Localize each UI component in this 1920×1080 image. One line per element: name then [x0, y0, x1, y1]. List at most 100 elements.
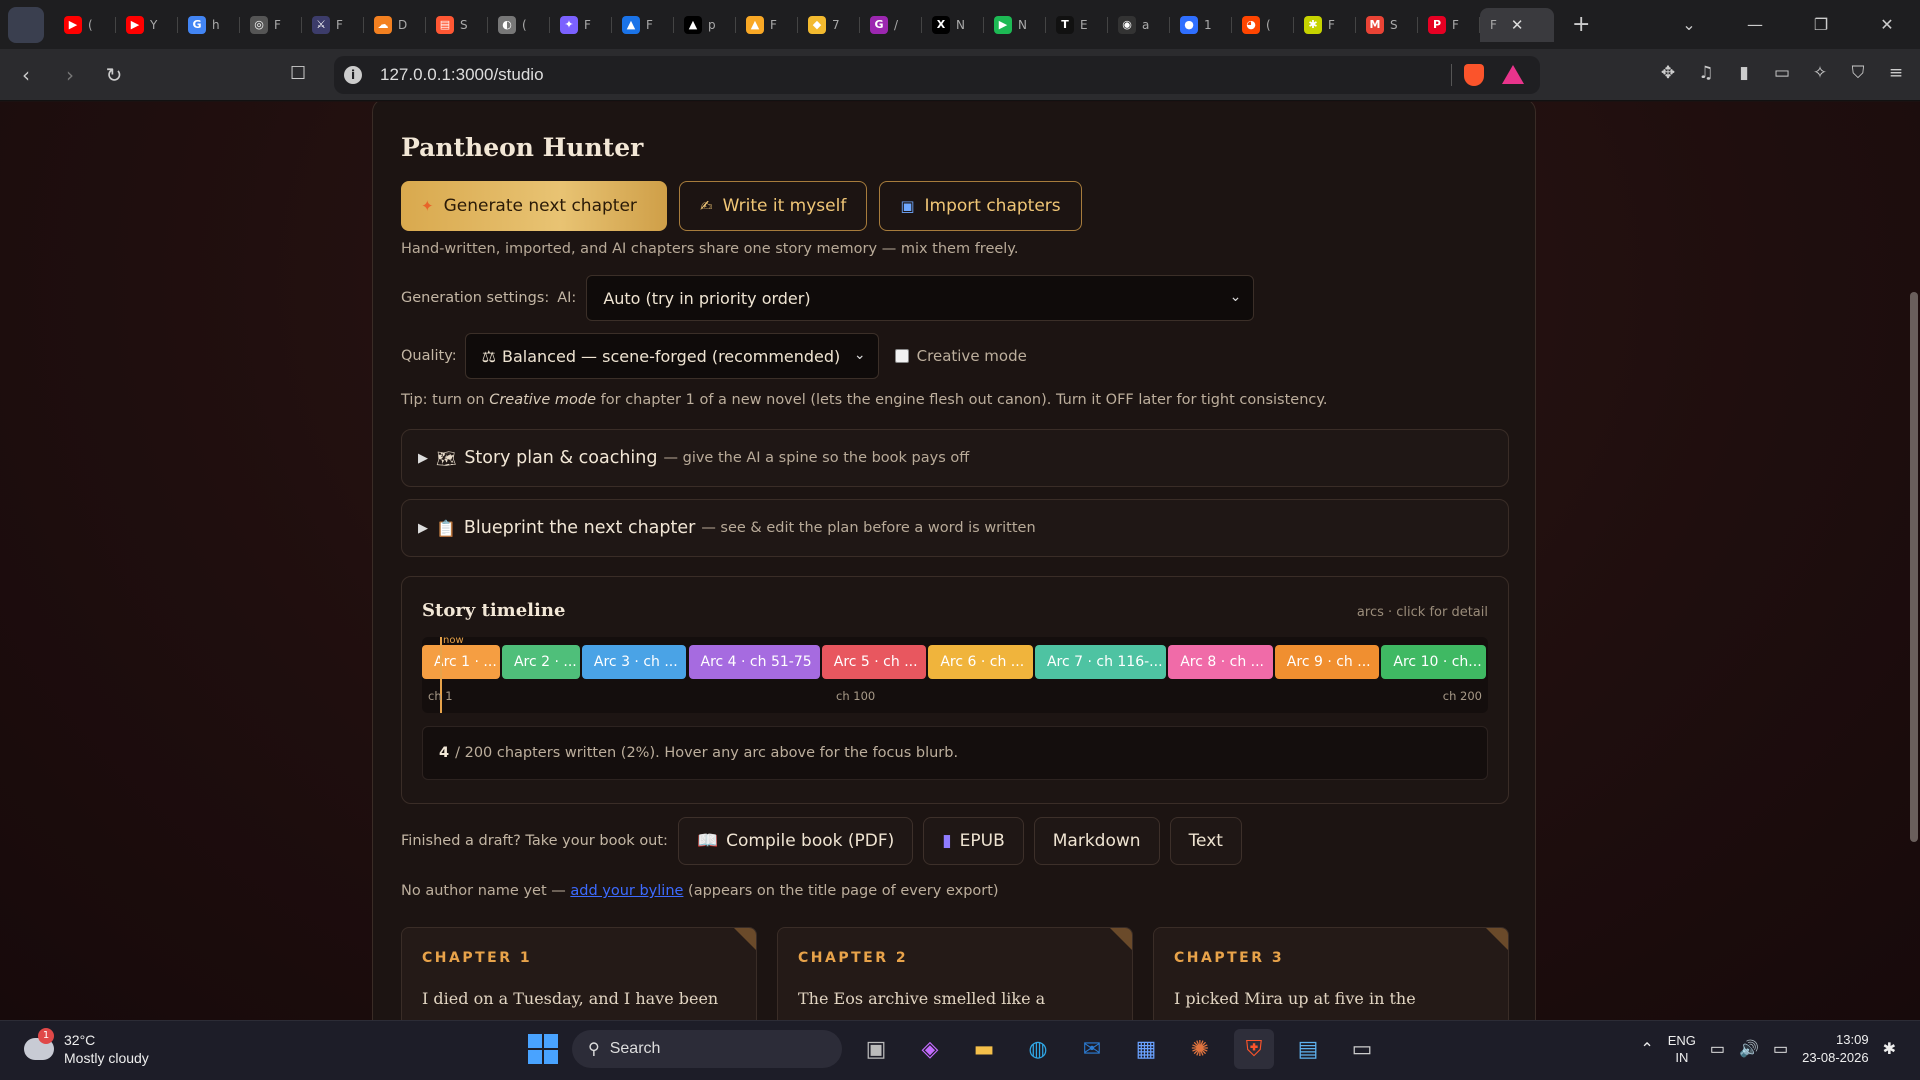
battery-icon[interactable]: ▭: [1773, 1039, 1788, 1059]
file-explorer-icon[interactable]: ▬: [964, 1029, 1004, 1069]
weather-widget[interactable]: 1 32°C Mostly cloudy: [24, 1028, 149, 1067]
os-taskbar: 1 32°C Mostly cloudy ⚲ Search ▣ ◈ ▬ ◍ ✉ …: [0, 1020, 1920, 1080]
close-tab-icon[interactable]: ✕: [1511, 16, 1524, 34]
arc-segment[interactable]: Arc 4 · ch 51-75: [688, 645, 820, 679]
markdown-button[interactable]: Markdown: [1033, 817, 1160, 865]
vpn-icon[interactable]: ⛉: [1846, 63, 1870, 87]
arc-segment[interactable]: Arc 9 · ch ...: [1274, 645, 1380, 679]
arc-segment[interactable]: Arc 8 · ch ...: [1168, 645, 1273, 679]
epub-label: EPUB: [959, 831, 1005, 851]
forward-button[interactable]: ›: [52, 63, 88, 87]
media-icon[interactable]: ♫: [1694, 63, 1718, 87]
new-tab-button[interactable]: +: [1572, 12, 1590, 37]
creative-mode-label[interactable]: Creative mode: [917, 347, 1027, 365]
browser-tab[interactable]: ✱ F: [1294, 8, 1356, 42]
browser-tab[interactable]: ◕(: [1232, 8, 1294, 42]
menu-icon[interactable]: ≡: [1884, 63, 1908, 87]
back-button[interactable]: ‹: [8, 63, 44, 87]
extensions-icon[interactable]: ✥: [1656, 63, 1680, 87]
tab-search-icon[interactable]: ⌄: [1656, 15, 1722, 34]
outlook-icon[interactable]: ✉: [1072, 1029, 1112, 1069]
epub-button[interactable]: ▮ EPUB: [923, 817, 1024, 865]
task-view-icon[interactable]: ▣: [856, 1029, 896, 1069]
windows-start-icon[interactable]: [528, 1034, 558, 1064]
browser-tab[interactable]: ✦ F: [550, 8, 612, 42]
notifications-icon[interactable]: ✱: [1883, 1039, 1896, 1059]
browser-tab[interactable]: ▶(: [54, 8, 116, 42]
language-indicator[interactable]: ENG IN: [1668, 1032, 1696, 1066]
browser-tab[interactable]: ▲ F: [612, 8, 674, 42]
browser-tab[interactable]: G /: [860, 8, 922, 42]
browser-tab[interactable]: ◉ a: [1108, 8, 1170, 42]
brave-rewards-icon[interactable]: [1502, 65, 1524, 84]
browser-tab[interactable]: ▲ F: [736, 8, 798, 42]
add-byline-link[interactable]: add your byline: [570, 883, 683, 899]
browser-tab[interactable]: TE: [1046, 8, 1108, 42]
blueprint-accordion[interactable]: ▶ 📋 Blueprint the next chapter — see & e…: [401, 499, 1509, 557]
copilot-icon[interactable]: ◈: [910, 1029, 950, 1069]
address-bar[interactable]: i 127.0.0.1:3000/studio: [334, 56, 1540, 94]
notepad-icon[interactable]: ▤: [1288, 1029, 1328, 1069]
edge-icon[interactable]: ◍: [1018, 1029, 1058, 1069]
bookmark-icon[interactable]: ☐: [290, 63, 306, 84]
arc-segment[interactable]: Arc 3 · ch ...: [581, 645, 687, 679]
chapter-card[interactable]: CHAPTER 1 I died on a Tuesday, and I hav…: [401, 927, 757, 1020]
arc-segment[interactable]: Arc 2 · ...: [501, 645, 580, 679]
import-chapters-button[interactable]: ▣ Import chapters: [879, 181, 1082, 231]
active-tab[interactable]: F ✕: [1480, 7, 1554, 42]
site-info-icon[interactable]: i: [344, 66, 362, 84]
text-button[interactable]: Text: [1169, 817, 1242, 865]
compile-pdf-button[interactable]: 📖 Compile book (PDF): [677, 817, 914, 865]
browser-tab[interactable]: ☁ D: [364, 8, 426, 42]
tab-group-icon[interactable]: [8, 6, 44, 43]
browser-tab[interactable]: PF: [1418, 8, 1480, 42]
minimize-button[interactable]: —: [1722, 15, 1788, 34]
browser-tab[interactable]: ▶ N: [984, 8, 1046, 42]
terminal-icon[interactable]: ▭: [1342, 1029, 1382, 1069]
chapter-card[interactable]: CHAPTER 2 The Eos archive smelled like a: [777, 927, 1133, 1020]
sidebar-icon[interactable]: ▮: [1732, 63, 1756, 87]
browser-tab[interactable]: ⚔ F: [302, 8, 364, 42]
taskbar-search[interactable]: ⚲ Search: [572, 1030, 842, 1068]
byline-prefix: No author name yet —: [401, 883, 566, 899]
volume-icon[interactable]: 🔊: [1739, 1039, 1759, 1059]
brave-shields-icon[interactable]: [1464, 64, 1484, 86]
write-myself-button[interactable]: ✍ Write it myself: [679, 181, 868, 231]
arc-segment[interactable]: Arc 1 · ...: [422, 645, 500, 679]
tray-chevron-icon[interactable]: ⌃: [1640, 1039, 1653, 1059]
creative-mode-checkbox[interactable]: [894, 349, 909, 363]
reload-button[interactable]: ↻: [96, 63, 132, 87]
quality-select[interactable]: ⚖ Balanced — scene-forged (recommended) …: [464, 333, 879, 379]
arc-segment[interactable]: Arc 10 · ch...: [1381, 645, 1486, 679]
brave-taskbar-icon[interactable]: ⛨: [1234, 1029, 1274, 1069]
browser-tab[interactable]: ▶ Y: [116, 8, 178, 42]
browser-tab[interactable]: ▤ S: [426, 8, 488, 42]
generate-chapter-button[interactable]: ✦ Generate next chapter: [401, 181, 667, 231]
restore-button[interactable]: ❐: [1788, 15, 1854, 34]
clock[interactable]: 13:09 23-08-2026: [1802, 1031, 1869, 1067]
chapter-card[interactable]: CHAPTER 3 I picked Mira up at five in th…: [1153, 927, 1509, 1020]
browser-tab[interactable]: ◆ 7: [798, 8, 860, 42]
browser-tab[interactable]: ◐(: [488, 8, 550, 42]
wallet-icon[interactable]: ▭: [1770, 63, 1794, 87]
page-scrollbar[interactable]: [1910, 292, 1918, 842]
network-icon[interactable]: ▭: [1710, 1039, 1725, 1059]
url-text[interactable]: 127.0.0.1:3000/studio: [380, 65, 544, 85]
arc-segment[interactable]: Arc 6 · ch ...: [928, 645, 1033, 679]
browser-tab[interactable]: XN: [922, 8, 984, 42]
ai-provider-select[interactable]: Auto (try in priority order) ⌄: [586, 275, 1255, 321]
browser-tab[interactable]: ● 1: [1170, 8, 1232, 42]
browser-tab[interactable]: ▲ p: [674, 8, 736, 42]
browser-tab[interactable]: ◎ F: [240, 8, 302, 42]
claude-icon[interactable]: ✺: [1180, 1029, 1220, 1069]
ads-icon: ▲: [622, 15, 640, 34]
arc-segment[interactable]: Arc 7 · ch 116-...: [1034, 645, 1167, 679]
browser-tab[interactable]: MS: [1356, 8, 1418, 42]
store-icon[interactable]: ▦: [1126, 1029, 1166, 1069]
arc-segment[interactable]: Arc 5 · ch ...: [821, 645, 927, 679]
story-plan-accordion[interactable]: ▶ 🗺 Story plan & coaching — give the AI …: [401, 429, 1509, 487]
leo-ai-icon[interactable]: ✧: [1808, 63, 1832, 87]
close-window-button[interactable]: ✕: [1854, 15, 1920, 34]
toggle-icon: ●: [1180, 15, 1198, 34]
browser-tab[interactable]: Gh: [178, 8, 240, 42]
